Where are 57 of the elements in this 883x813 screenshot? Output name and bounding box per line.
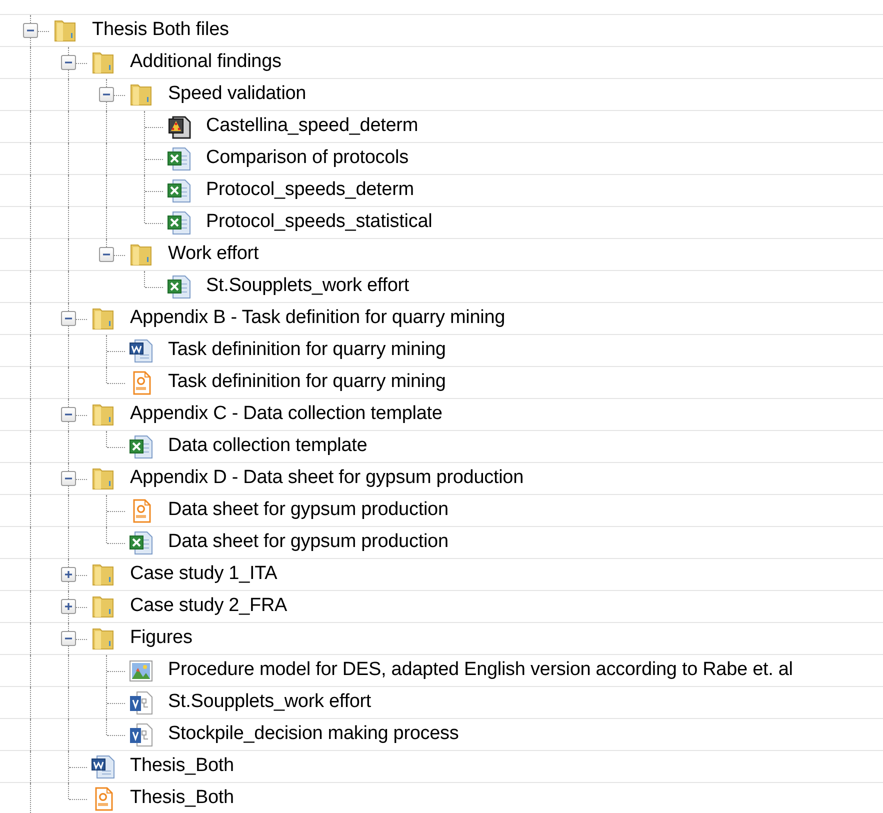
expand-button[interactable] [60, 599, 76, 614]
spreadsheet-icon [128, 530, 154, 556]
collapse-button[interactable] [60, 471, 76, 486]
folder-icon [90, 50, 116, 76]
spreadsheet-icon [166, 178, 192, 204]
tree-item-label[interactable]: Task defininition for quarry mining [168, 336, 446, 365]
tree-item-label[interactable]: Appendix C - Data collection template [130, 400, 442, 429]
tree-item-label[interactable]: Thesis Both files [92, 16, 229, 45]
tree-item-label[interactable]: Thesis_Both [130, 784, 234, 813]
tree-item-label[interactable]: St.Soupplets_work effort [206, 272, 410, 301]
spreadsheet-icon [128, 434, 154, 460]
tree-item-label[interactable]: Comparison of protocols [206, 144, 408, 173]
collapse-button[interactable] [60, 631, 76, 646]
tree-item-label[interactable]: Protocol_speeds_statistical [206, 208, 432, 237]
collapse-button[interactable] [98, 247, 114, 262]
collapse-button[interactable] [22, 23, 38, 38]
spreadsheet-icon [166, 274, 192, 300]
diagram-file-icon [128, 690, 154, 716]
collapse-button[interactable] [60, 311, 76, 326]
tree-item-label[interactable]: Data sheet for gypsum production [168, 496, 448, 525]
diagram-file-icon [128, 722, 154, 748]
spreadsheet-icon [166, 146, 192, 172]
folder-icon [90, 594, 116, 620]
image-file-icon [128, 658, 154, 684]
folder-icon [52, 18, 78, 44]
folder-icon [90, 402, 116, 428]
tree-item-label[interactable]: Data collection template [168, 432, 368, 461]
folder-icon [90, 306, 116, 332]
tree-item-label[interactable]: Castellina_speed_determ [206, 112, 418, 141]
collapse-button[interactable] [60, 407, 76, 422]
tree-item-label[interactable]: Case study 1_ITA [130, 560, 278, 589]
tree-item-label[interactable]: Thesis_Both [130, 752, 234, 781]
tree-item-label[interactable]: Appendix D - Data sheet for gypsum production [130, 464, 524, 493]
folder-icon [90, 626, 116, 652]
tree-item-label[interactable]: Figures [130, 624, 192, 653]
tree-item-label[interactable]: Protocol_speeds_determ [206, 176, 414, 205]
model-file-icon [166, 114, 192, 140]
collapse-button[interactable] [60, 55, 76, 70]
expand-button[interactable] [60, 567, 76, 582]
collapse-button[interactable] [98, 87, 114, 102]
tree-item-label[interactable]: Speed validation [168, 80, 306, 109]
tree-item-label[interactable]: Additional findings [130, 48, 282, 77]
tree-item-label[interactable]: Appendix B - Task definition for quarry mining [130, 304, 506, 333]
tree-item-label[interactable]: Case study 2_FRA [130, 592, 288, 621]
folder-icon [128, 82, 154, 108]
tree-item-label[interactable]: Stockpile_decision making process [168, 720, 459, 749]
tree-item-label[interactable]: Work effort [168, 240, 259, 269]
tree-item-label[interactable]: Data sheet for gypsum production [168, 528, 448, 557]
folder-icon [90, 466, 116, 492]
tree-item-label[interactable]: Procedure model for DES, adapted English version according to Rabe et. al [168, 656, 793, 685]
folder-icon [90, 562, 116, 588]
tree-item-label[interactable]: St.Soupplets_work effort [168, 688, 372, 717]
word-document-icon [128, 338, 154, 364]
word-document-icon [90, 754, 116, 780]
tree-item-label[interactable]: Task defininition for quarry mining [168, 368, 446, 397]
spreadsheet-icon [166, 210, 192, 236]
folder-icon [128, 242, 154, 268]
